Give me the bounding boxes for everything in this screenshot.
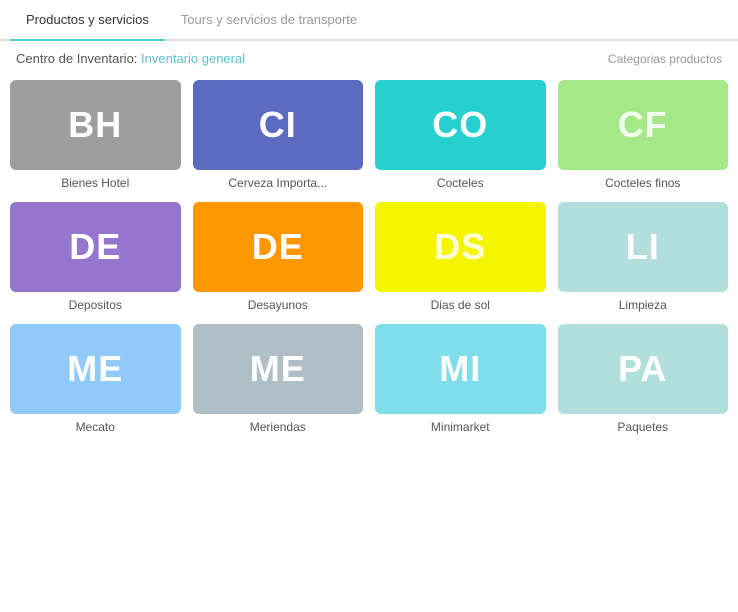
card-label: Dias de sol	[431, 298, 490, 312]
tab-tours[interactable]: Tours y servicios de transporte	[165, 0, 373, 41]
card-label: Paquetes	[617, 420, 668, 434]
inventory-label: Centro de Inventario: Inventario general	[16, 51, 245, 66]
card-item[interactable]: BH Bienes Hotel	[10, 80, 181, 190]
card-icon: ME	[10, 324, 181, 414]
card-label: Minimarket	[431, 420, 490, 434]
card-icon: BH	[10, 80, 181, 170]
card-item[interactable]: CO Cocteles	[375, 80, 546, 190]
card-item[interactable]: MI Minimarket	[375, 324, 546, 434]
card-icon: CF	[558, 80, 729, 170]
card-item[interactable]: PA Paquetes	[558, 324, 729, 434]
categories-label: Categorias productos	[608, 52, 722, 66]
card-item[interactable]: CF Cocteles finos	[558, 80, 729, 190]
card-item[interactable]: DS Dias de sol	[375, 202, 546, 312]
card-label: Cocteles finos	[605, 176, 680, 190]
grid-wrapper[interactable]: BH Bienes Hotel CI Cerveza Importa... CO Coct…	[0, 72, 738, 604]
card-icon: CO	[375, 80, 546, 170]
card-item[interactable]: CI Cerveza Importa...	[193, 80, 364, 190]
card-icon: MI	[375, 324, 546, 414]
card-item[interactable]: DE Desayunos	[193, 202, 364, 312]
card-item[interactable]: LI Limpieza	[558, 202, 729, 312]
tab-products[interactable]: Productos y servicios	[10, 0, 165, 41]
card-item[interactable]: DE Depositos	[10, 202, 181, 312]
card-label: Depositos	[69, 298, 122, 312]
card-label: Cerveza Importa...	[228, 176, 327, 190]
card-label: Meriendas	[250, 420, 306, 434]
card-icon: ME	[193, 324, 364, 414]
card-label: Limpieza	[619, 298, 667, 312]
card-item[interactable]: ME Mecato	[10, 324, 181, 434]
card-icon: LI	[558, 202, 729, 292]
card-icon: DE	[193, 202, 364, 292]
inventory-link[interactable]: Inventario general	[141, 51, 245, 66]
card-icon: DE	[10, 202, 181, 292]
inventory-prefix: Centro de Inventario:	[16, 51, 137, 66]
card-label: Cocteles	[437, 176, 484, 190]
tabs-bar: Productos y servicios Tours y servicios …	[0, 0, 738, 41]
card-icon: DS	[375, 202, 546, 292]
header-bar: Centro de Inventario: Inventario general…	[0, 41, 738, 72]
card-label: Bienes Hotel	[61, 176, 129, 190]
card-label: Mecato	[76, 420, 115, 434]
card-grid: BH Bienes Hotel CI Cerveza Importa... CO Coct…	[10, 72, 728, 442]
card-icon: PA	[558, 324, 729, 414]
card-label: Desayunos	[248, 298, 308, 312]
card-icon: CI	[193, 80, 364, 170]
card-item[interactable]: ME Meriendas	[193, 324, 364, 434]
